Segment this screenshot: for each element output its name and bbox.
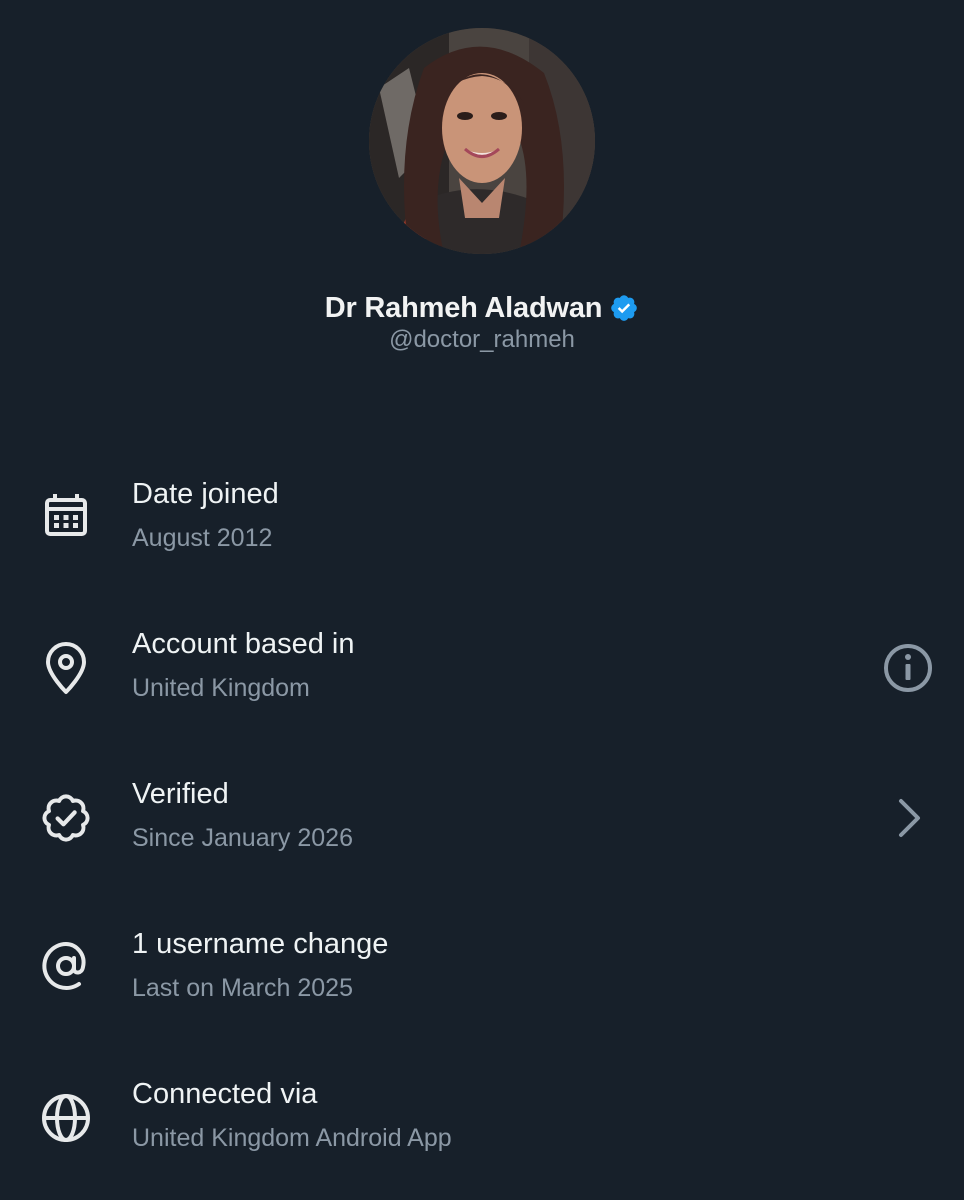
row-connected-via: Connected via United Kingdom Android App [0,1078,964,1178]
row-title: Connected via [132,1078,318,1110]
verified-seal-icon [38,790,94,846]
profile-header: Dr Rahmeh Aladwan @doctor_rahmeh [0,0,964,380]
name-row: Dr Rahmeh Aladwan [0,288,964,328]
verified-badge-icon[interactable] [609,293,639,323]
info-icon[interactable] [880,640,936,696]
row-subtitle: Since January 2026 [132,824,353,852]
row-account-based-in: Account based in United Kingdom [0,628,964,728]
location-pin-icon [38,640,94,696]
row-subtitle: United Kingdom Android App [132,1124,452,1152]
avatar-photo [369,28,595,254]
handle: @doctor_rahmeh [389,326,575,353]
avatar[interactable] [369,28,595,254]
display-name: Dr Rahmeh Aladwan [324,291,603,324]
row-verified[interactable]: Verified Since January 2026 [0,778,964,878]
chevron-right-icon[interactable] [880,790,936,846]
row-username-change: 1 username change Last on March 2025 [0,928,964,1028]
row-date-joined: Date joined August 2012 [0,478,964,578]
row-subtitle: United Kingdom [132,674,310,702]
at-sign-icon [38,938,94,994]
row-title: Account based in [132,628,355,660]
row-title: Date joined [132,478,279,510]
calendar-icon [38,488,94,544]
row-subtitle: Last on March 2025 [132,974,353,1002]
row-subtitle: August 2012 [132,524,273,552]
row-title: Verified [132,778,229,810]
globe-icon [38,1090,94,1146]
row-title: 1 username change [132,928,389,960]
